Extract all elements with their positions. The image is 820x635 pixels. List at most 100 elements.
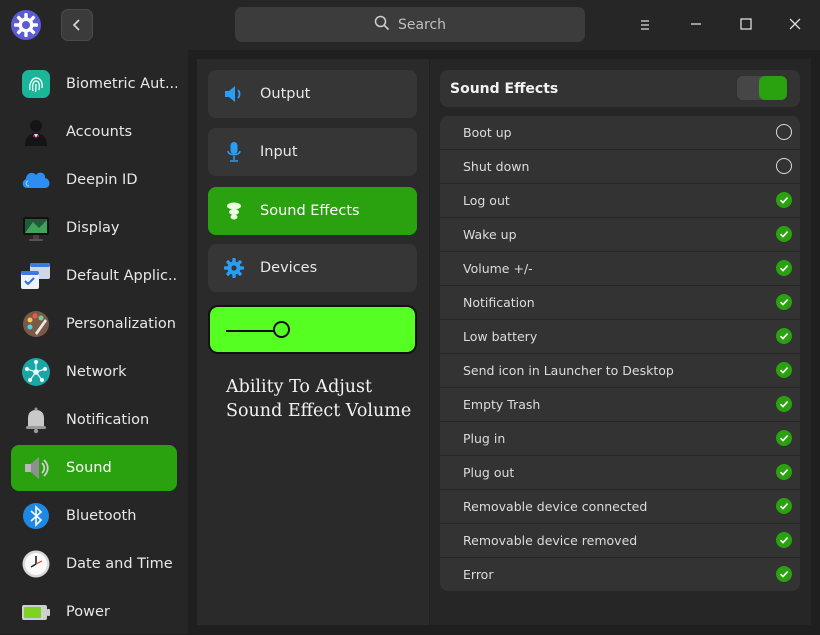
sidebar-item-sound[interactable]: Sound [11,445,177,491]
sound-effect-label: Plug in [463,431,506,446]
sound-effects-toggle[interactable] [737,76,787,100]
checkmark-checked-icon[interactable] [776,294,792,310]
sidebar-item-bluetooth[interactable]: Bluetooth [11,493,177,539]
sidebar-item-power[interactable]: Power [11,589,177,635]
default-apps-icon [20,260,52,292]
sound-effect-label: Wake up [463,227,517,242]
sidebar-item-label: Personalization [66,316,176,332]
fingerprint-icon [20,68,52,100]
checkmark-checked-icon[interactable] [776,396,792,412]
sidebar-item-label: Biometric Aut... [66,76,177,92]
speaker-output-icon [222,82,246,106]
sidebar-item-label: Date and Time [66,556,173,572]
sound-effects-panel: Sound Effects Boot up Shut down Log out Wak… [430,59,811,625]
sound-nav-input[interactable]: Input [208,128,417,176]
back-button[interactable] [61,9,93,41]
user-account-icon [20,116,52,148]
sound-effect-row[interactable]: Plug out [440,456,800,489]
sound-effect-label: Notification [463,295,535,310]
bell-icon [20,404,52,436]
sidebar-item-label: Accounts [66,124,133,140]
cloud-icon [20,164,52,196]
maximize-button[interactable] [734,13,758,37]
checkmark-unchecked-icon[interactable] [776,124,792,140]
slider-handle[interactable] [273,321,291,338]
maximize-icon [739,16,753,35]
checkmark-checked-icon[interactable] [776,566,792,582]
sound-effect-row[interactable]: Log out [440,184,800,217]
sound-effect-row[interactable]: Notification [440,286,800,319]
search-input[interactable]: Search [235,7,585,42]
checkmark-checked-icon[interactable] [776,226,792,242]
sound-nav-label: Input [260,144,298,160]
checkmark-checked-icon[interactable] [776,532,792,548]
chevron-left-icon [71,16,83,35]
sound-nav-output[interactable]: Output [208,70,417,118]
sound-effect-label: Empty Trash [463,397,541,412]
minimize-button[interactable] [684,13,708,37]
sidebar-item-label: Network [66,364,127,380]
control-center-logo-icon [10,9,42,41]
sound-nav-sound-effects[interactable]: Sound Effects [208,187,417,235]
palette-icon [20,308,52,340]
sound-nav-label: Devices [260,260,318,276]
sound-effect-row[interactable]: Shut down [440,150,800,183]
sound-effect-row[interactable]: Low battery [440,320,800,353]
sidebar-item-label: Sound [66,460,112,476]
sidebar-item-default-applications[interactable]: Default Applic... [11,253,177,299]
sound-effect-label: Low battery [463,329,538,344]
menu-button[interactable] [633,13,657,37]
checkmark-checked-icon[interactable] [776,328,792,344]
checkmark-checked-icon[interactable] [776,498,792,514]
sidebar-item-label: Deepin ID [66,172,138,188]
search-icon [374,15,390,35]
bluetooth-icon [20,500,52,532]
sound-effect-row[interactable]: Removable device removed [440,524,800,557]
minimize-icon [689,16,703,35]
sound-effect-label: Boot up [463,125,512,140]
sound-effect-row[interactable]: Error [440,558,800,591]
close-icon [788,16,802,35]
sidebar-item-biometric-authentication[interactable]: Biometric Aut... [11,61,177,107]
sound-nav-devices[interactable]: Devices [208,244,417,292]
checkmark-checked-icon[interactable] [776,430,792,446]
sound-effect-label: Send icon in Launcher to Desktop [463,363,674,378]
sound-effect-row[interactable]: Plug in [440,422,800,455]
sound-effect-row[interactable]: Empty Trash [440,388,800,421]
sound-effect-volume-slider[interactable] [208,305,417,354]
checkmark-checked-icon[interactable] [776,192,792,208]
sidebar-item-accounts[interactable]: Accounts [11,109,177,155]
sound-effects-list: Boot up Shut down Log out Wake up Volume +/-… [440,116,800,592]
sound-effect-row[interactable]: Removable device connected [440,490,800,523]
sidebar-item-display[interactable]: Display [11,205,177,251]
microphone-icon [222,140,246,164]
sound-effect-label: Plug out [463,465,515,480]
sound-effects-header: Sound Effects [440,70,800,107]
checkmark-checked-icon[interactable] [776,260,792,276]
close-button[interactable] [783,13,807,37]
sidebar: Biometric Aut... Accounts Deepin ID Disp… [0,50,188,634]
sound-effect-label: Error [463,567,494,582]
sound-effect-row[interactable]: Boot up [440,116,800,149]
sidebar-item-label: Bluetooth [66,508,137,524]
sound-effect-label: Shut down [463,159,530,174]
monitor-icon [20,212,52,244]
checkmark-checked-icon[interactable] [776,362,792,378]
title-bar: Search [0,0,820,50]
sidebar-item-deepin-id[interactable]: Deepin ID [11,157,177,203]
sidebar-item-notification[interactable]: Notification [11,397,177,443]
sidebar-item-personalization[interactable]: Personalization [11,301,177,347]
sidebar-item-date-and-time[interactable]: Date and Time [11,541,177,587]
sound-effects-icon [222,199,246,223]
sound-nav-label: Sound Effects [260,203,360,219]
sound-effect-label: Volume +/- [463,261,533,276]
checkmark-checked-icon[interactable] [776,464,792,480]
sound-effect-row[interactable]: Wake up [440,218,800,251]
sidebar-item-network[interactable]: Network [11,349,177,395]
sound-nav-label: Output [260,86,311,102]
network-icon [20,356,52,388]
sidebar-item-label: Power [66,604,110,620]
sound-effect-row[interactable]: Send icon in Launcher to Desktop [440,354,800,387]
checkmark-unchecked-icon[interactable] [776,158,792,174]
sound-effect-row[interactable]: Volume +/- [440,252,800,285]
